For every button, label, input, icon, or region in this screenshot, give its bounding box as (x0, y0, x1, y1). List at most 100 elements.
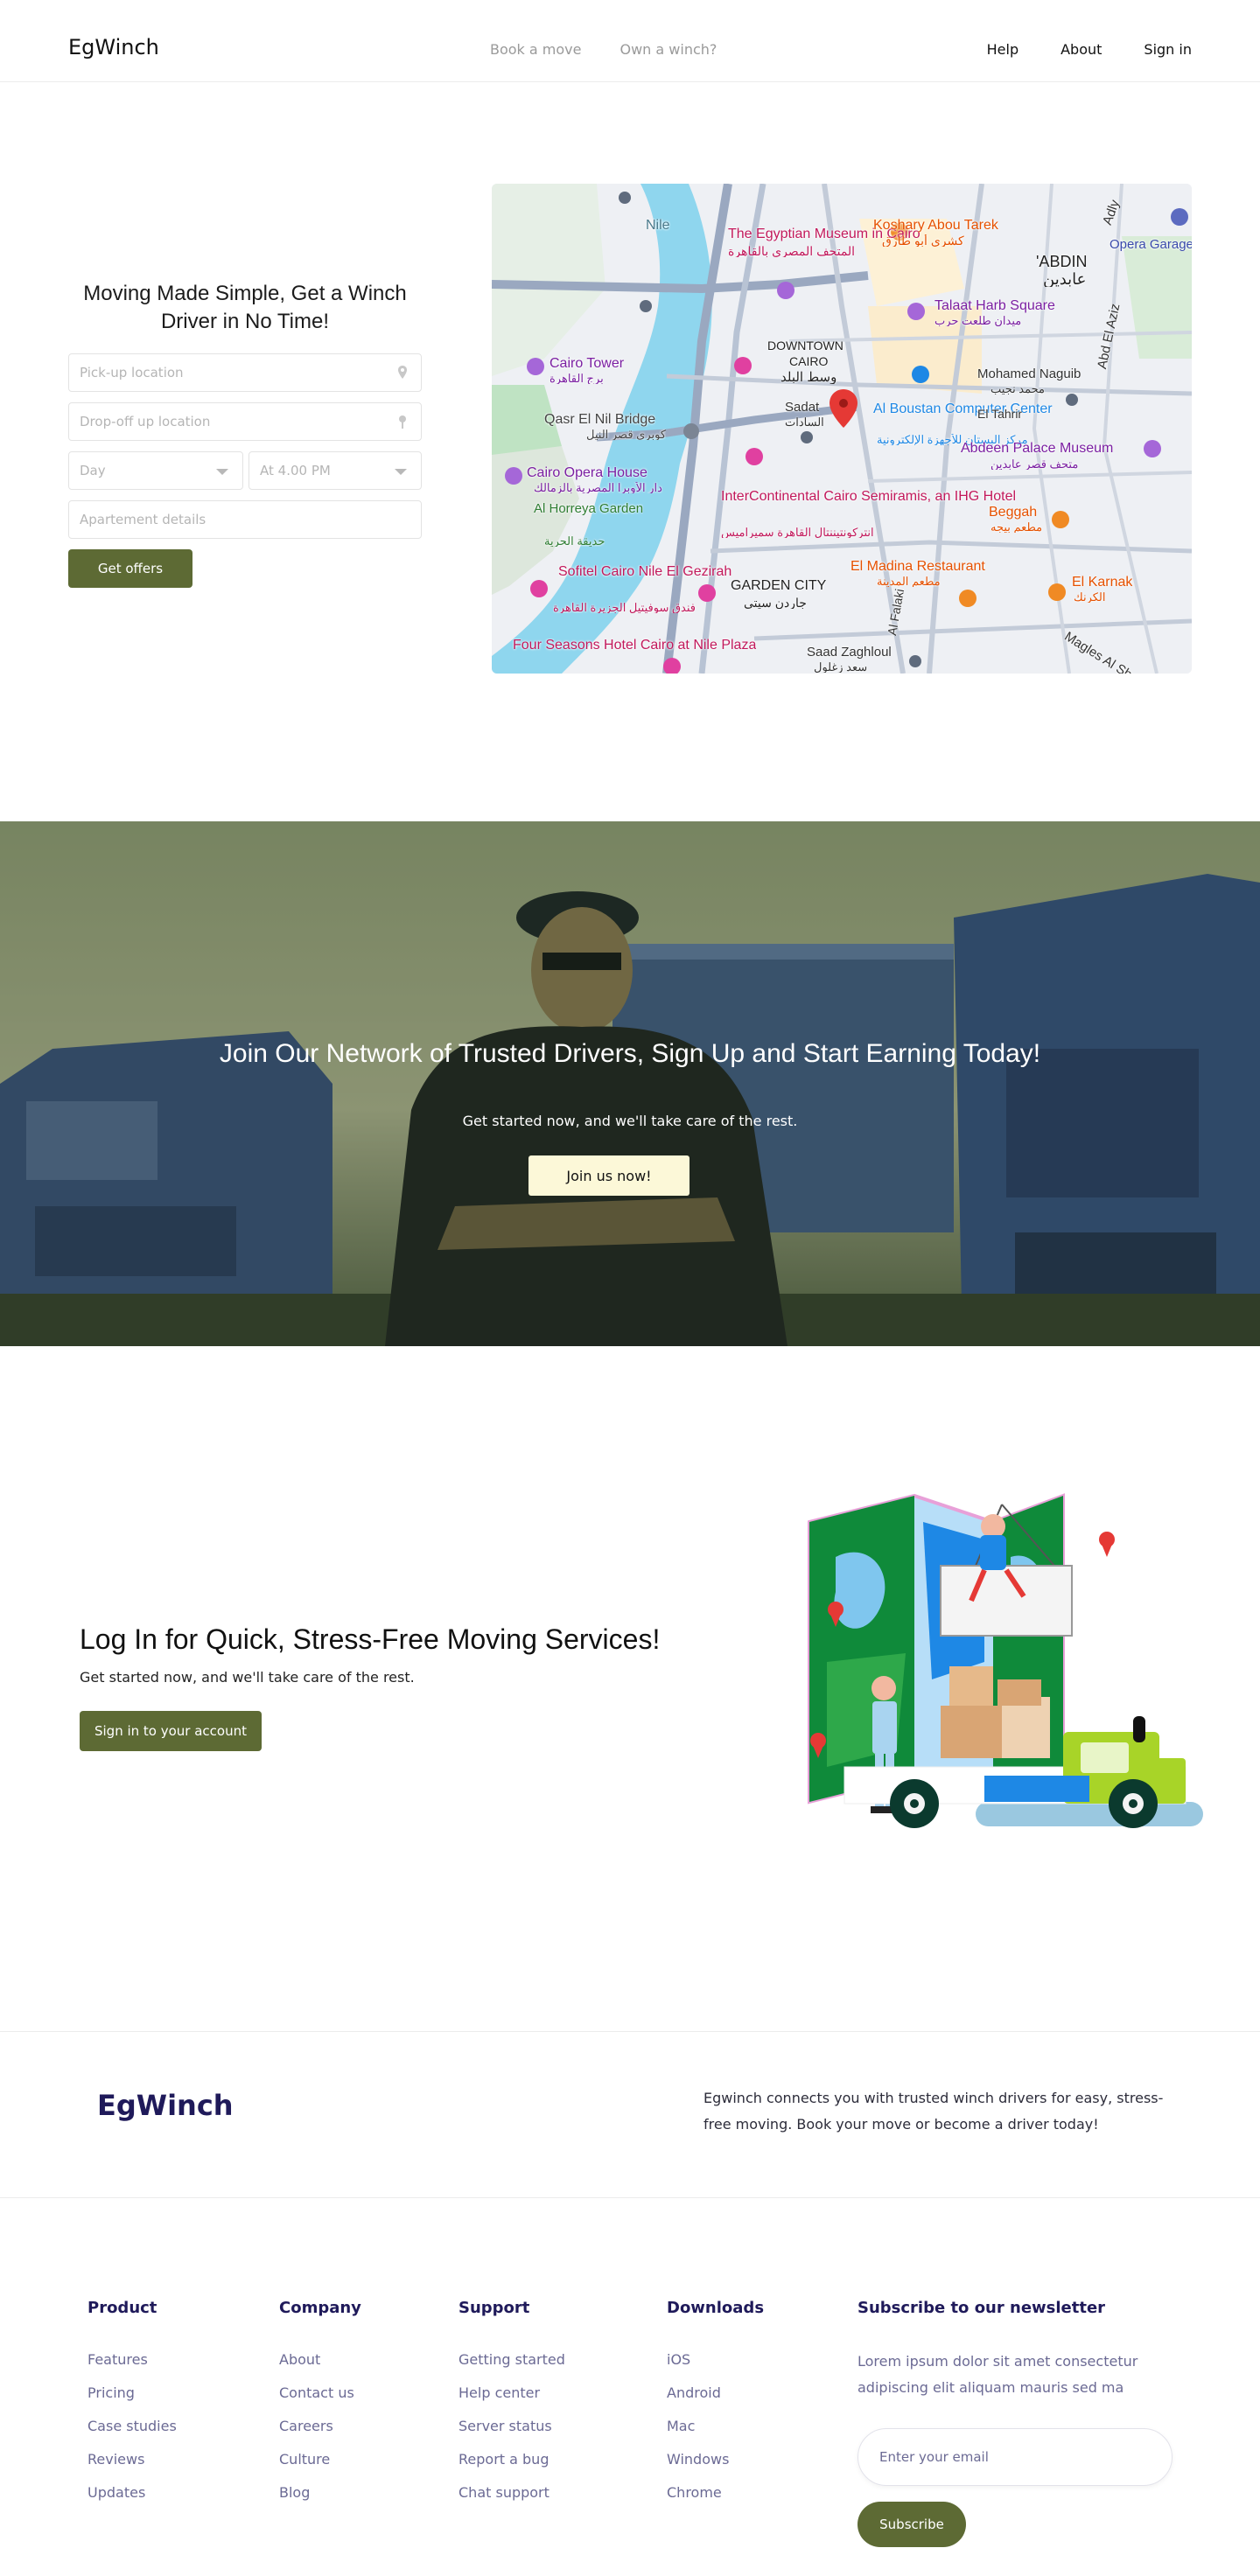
map-label: سعد زغلول (814, 661, 868, 673)
footer-link-reviews[interactable]: Reviews (88, 2443, 177, 2476)
pickup-placeholder: Pick-up location (80, 365, 184, 380)
map-label: محمد نجيب (990, 383, 1046, 394)
map-label: InterContinental Cairo Semiramis, an IHG… (721, 490, 1017, 504)
footer-col-company: Company About Contact us Careers Culture… (279, 2299, 361, 2510)
nav-link-book-a-move[interactable]: Book a move (490, 41, 581, 58)
footer-col-title: Company (279, 2299, 361, 2317)
map-label: مطعم بيجه (990, 521, 1043, 533)
pickup-input[interactable]: Pick-up location (68, 353, 422, 392)
footer-link-mac[interactable]: Mac (667, 2410, 764, 2443)
brand-logo[interactable]: EgWinch (68, 35, 159, 59)
map-label: Al Boustan Computer Center (873, 402, 1053, 416)
footer-link-culture[interactable]: Culture (279, 2443, 361, 2476)
map-label: وسط البلد (780, 371, 837, 384)
map-label: المتحف المصري بالقاهرة (728, 245, 856, 257)
login-title: Log In for Quick, Stress-Free Moving Ser… (80, 1623, 661, 1655)
footer-col-title: Product (88, 2299, 158, 2317)
subscribe-button[interactable]: Subscribe (858, 2502, 966, 2547)
map-label: El Karnak (1072, 576, 1133, 590)
login-subtitle: Get started now, and we'll take care of … (80, 1669, 415, 1686)
dropoff-input[interactable]: Drop-off up location (68, 402, 422, 441)
driver-banner-title: Join Our Network of Trusted Drivers, Sig… (219, 1039, 1041, 1068)
map-label: دار الأوبرا المصرية بالزمالك (534, 482, 662, 493)
nav-link-help[interactable]: Help (987, 41, 1018, 58)
newsletter-email-input[interactable]: Enter your email (858, 2428, 1172, 2486)
footer-link-case-studies[interactable]: Case studies (88, 2410, 177, 2443)
footer-link-updates[interactable]: Updates (88, 2476, 177, 2510)
map-label: حديقة الحرية (544, 535, 606, 547)
join-us-button[interactable]: Join us now! (528, 1155, 690, 1196)
footer-link-report-a-bug[interactable]: Report a bug (458, 2443, 565, 2476)
footer-link-about[interactable]: About (279, 2343, 361, 2377)
footer-col-support: Support Getting started Help center Serv… (458, 2299, 565, 2510)
map-label: ميدان طلعت حرب (934, 315, 1022, 326)
footer-link-server-status[interactable]: Server status (458, 2410, 565, 2443)
time-value: At 4.00 PM (260, 463, 331, 478)
map-label: برج القاهرة (550, 373, 604, 384)
email-placeholder: Enter your email (879, 2449, 989, 2465)
driver-signup-banner (0, 821, 1260, 1346)
map-label: 'ABDIN (1036, 254, 1088, 269)
map-label: كوبري قصر النيل (586, 429, 667, 440)
map-label: جاردن سيتي (744, 597, 807, 609)
map-label: Saad Zaghloul (807, 646, 892, 659)
map-label: El Madina Restaurant (850, 560, 985, 574)
map-label: Sadat (785, 401, 820, 414)
footer-link-android[interactable]: Android (667, 2377, 764, 2410)
map-label: Abdeen Palace Museum (961, 442, 1114, 456)
hero-title: Moving Made Simple, Get a Winch Driver i… (83, 282, 407, 333)
map-label: Cairo Tower (550, 357, 625, 371)
apartment-details-input[interactable]: Apartement details (68, 500, 422, 539)
map-label: El Tahrir (977, 408, 1023, 420)
footer-link-ios[interactable]: iOS (667, 2343, 764, 2377)
footer-link-contact-us[interactable]: Contact us (279, 2377, 361, 2410)
driver-banner-subtitle: Get started now, and we'll take care of … (462, 1113, 798, 1129)
map-label: GARDEN CITY (731, 579, 827, 593)
map-label: فندق سوفيتيل الجزيرة القاهرة (553, 602, 696, 613)
map-label: Qasr El Nil Bridge (544, 413, 656, 427)
newsletter-text: Lorem ipsum dolor sit amet consectetur a… (858, 2353, 1138, 2396)
footer-link-windows[interactable]: Windows (667, 2443, 764, 2476)
nav-link-sign-in[interactable]: Sign in (1144, 41, 1192, 58)
nav-link-about[interactable]: About (1060, 41, 1102, 58)
footer-col-downloads: Downloads iOS Android Mac Windows Chrome (667, 2299, 764, 2510)
map-label: DOWNTOWN (767, 339, 844, 352)
footer-link-chrome[interactable]: Chrome (667, 2476, 764, 2510)
nav-link-own-a-winch[interactable]: Own a winch? (620, 41, 717, 58)
map-label: السادات (785, 416, 824, 428)
map-label: Nile (646, 219, 670, 233)
footer-col-title: Support (458, 2299, 530, 2317)
footer-brand-logo[interactable]: EgWinch (97, 2089, 234, 2122)
map-label: انتركونتيننتال القاهرة سميراميس (721, 527, 874, 538)
footer-link-chat-support[interactable]: Chat support (458, 2476, 565, 2510)
footer-col-title: Downloads (667, 2299, 765, 2317)
map-label: Talaat Harb Square (934, 299, 1055, 313)
chevron-down-icon (216, 469, 228, 475)
footer-col-product: Product Features Pricing Case studies Re… (88, 2299, 177, 2510)
footer-link-getting-started[interactable]: Getting started (458, 2343, 565, 2377)
footer-link-features[interactable]: Features (88, 2343, 177, 2377)
map[interactable]: The Egyptian Museum in Cairo المتحف المصر… (492, 184, 1192, 674)
newsletter-title: Subscribe to our newsletter (858, 2299, 1106, 2317)
map-label: الكرنك (1074, 591, 1106, 603)
newsletter-section: Subscribe to our newsletter Lorem ipsum … (858, 2299, 1172, 2401)
details-placeholder: Apartement details (80, 512, 206, 527)
map-label: Opera Garage (1110, 238, 1192, 251)
footer-link-help-center[interactable]: Help center (458, 2377, 565, 2410)
map-label: عابدين (1043, 271, 1087, 287)
sign-in-account-button[interactable]: Sign in to your account (80, 1711, 262, 1751)
nav-center-links: Book a move Own a winch? (490, 41, 717, 58)
map-label: متحف قصر عابدين (990, 458, 1079, 470)
map-label: Cairo Opera House (527, 466, 648, 480)
day-value: Day (80, 463, 106, 478)
location-pin-icon (398, 366, 407, 379)
footer-link-careers[interactable]: Careers (279, 2410, 361, 2443)
time-select[interactable]: At 4.00 PM (248, 451, 422, 490)
map-label: Sofitel Cairo Nile El Gezirah (558, 565, 732, 579)
footer-link-blog[interactable]: Blog (279, 2476, 361, 2510)
footer-link-pricing[interactable]: Pricing (88, 2377, 177, 2410)
day-select[interactable]: Day (68, 451, 243, 490)
footer-divider-top (0, 2031, 1260, 2032)
map-label: مطعم المدينة (877, 576, 941, 587)
get-offers-button[interactable]: Get offers (68, 549, 192, 588)
